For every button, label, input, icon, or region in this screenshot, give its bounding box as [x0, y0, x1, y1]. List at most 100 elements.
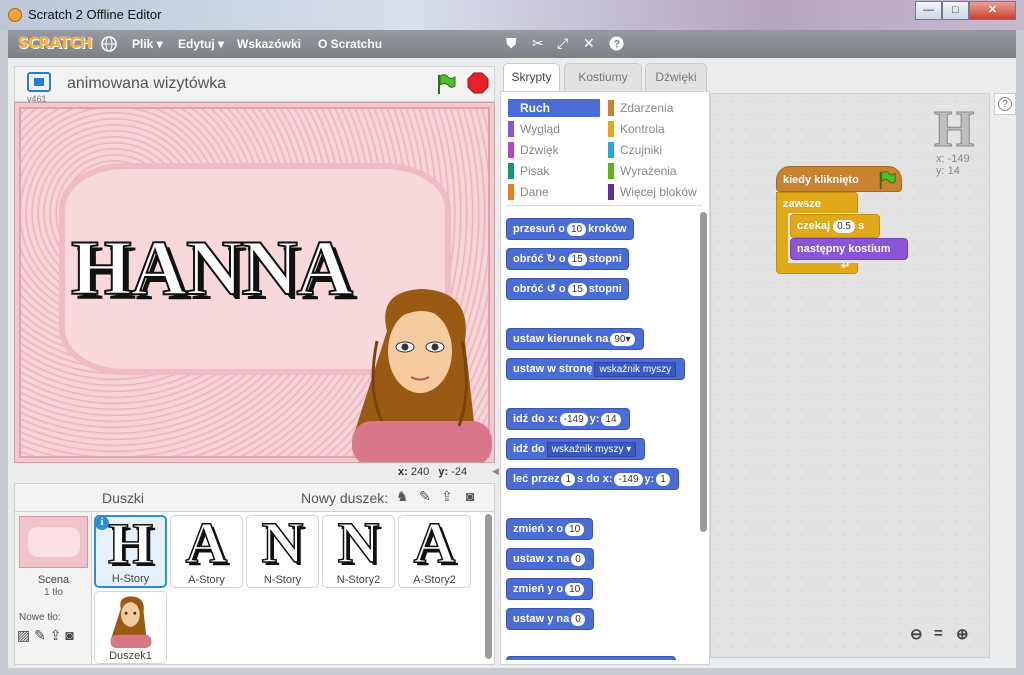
delete-icon[interactable]: ✂: [532, 36, 544, 50]
backdrop-library-icon[interactable]: ▨: [17, 627, 30, 643]
girl-sprite[interactable]: [347, 281, 495, 463]
category-swatch: [608, 121, 614, 137]
upload-sprite-icon[interactable]: ⇪: [441, 488, 453, 505]
block-glide[interactable]: leć przez 1 s do x: -149 y: 1: [506, 468, 679, 490]
stage-thumbnail[interactable]: [19, 516, 88, 568]
category-looks[interactable]: Wygląd: [508, 120, 600, 138]
block-wait[interactable]: czekaj 0.5 s: [790, 214, 880, 238]
block-input[interactable]: -149: [559, 413, 588, 426]
category-events[interactable]: Zdarzenia: [608, 99, 700, 117]
block-input[interactable]: 15: [567, 253, 587, 266]
block-input[interactable]: 1: [561, 473, 576, 486]
sprite-thumb-a-story[interactable]: A A-Story: [170, 510, 243, 588]
stage[interactable]: HANNA: [14, 102, 495, 463]
category-sound[interactable]: Dźwięk: [508, 141, 600, 159]
sprite-library-icon[interactable]: ♞: [396, 488, 409, 505]
paint-backdrop-icon[interactable]: ✎: [34, 627, 46, 643]
block-turn-right[interactable]: obróć ↻ o 15 stopni: [506, 248, 629, 270]
block-input[interactable]: 14: [601, 413, 621, 426]
block-input[interactable]: 15: [567, 283, 587, 296]
menu-tips[interactable]: Wskazówki: [237, 37, 301, 51]
stop-icon[interactable]: [467, 72, 489, 94]
paint-new-sprite-icon[interactable]: ✎: [419, 488, 431, 505]
block-partial[interactable]: [506, 656, 676, 660]
shrink-icon[interactable]: ✕: [583, 36, 595, 50]
block-change-x[interactable]: zmień x o 10: [506, 518, 594, 540]
upload-backdrop-icon[interactable]: ⇪: [50, 627, 62, 643]
green-flag-icon[interactable]: [435, 73, 457, 95]
block-input[interactable]: 0.5: [833, 220, 855, 233]
category-operators[interactable]: Wyrażenia: [608, 162, 700, 180]
block-input[interactable]: 0: [571, 613, 585, 626]
block-text: następny kostium: [797, 243, 891, 255]
block-set-x[interactable]: ustaw x na 0: [506, 548, 594, 570]
block-point-direction[interactable]: ustaw kierunek na 90▾: [506, 328, 644, 350]
sprite-thumb-duszek1[interactable]: Duszek1: [94, 591, 167, 664]
project-title[interactable]: animowana wizytówka: [67, 75, 226, 93]
menu-bar: SCRATCH Plik ▾ Edytuj ▾ Wskazówki O Scra…: [8, 30, 1016, 58]
duplicate-icon[interactable]: ⛊: [506, 36, 517, 50]
block-turn-left[interactable]: obróć ↺ o 15 stopni: [506, 278, 629, 300]
tab-costumes[interactable]: Kostiumy: [564, 63, 642, 91]
block-move-steps[interactable]: przesuń o 10 kroków: [506, 218, 634, 240]
category-sensing[interactable]: Czujniki: [608, 141, 700, 159]
camera-icon[interactable]: ◙: [466, 488, 474, 504]
block-input[interactable]: 90▾: [610, 333, 635, 346]
block-point-towards[interactable]: ustaw w stronę wskaźnik myszy: [506, 358, 686, 380]
grow-icon[interactable]: ⤢: [557, 36, 568, 50]
zoom-in-icon[interactable]: ⊕: [956, 625, 969, 643]
category-data[interactable]: Dane: [508, 183, 600, 201]
sprite-thumb-h-story[interactable]: i H H-Story: [94, 514, 167, 588]
backdrop-camera-icon[interactable]: ◙: [65, 627, 73, 643]
block-input[interactable]: 10: [565, 523, 585, 536]
block-input[interactable]: 10: [566, 223, 587, 236]
category-pen[interactable]: Pisak: [508, 162, 600, 180]
info-icon[interactable]: i: [95, 516, 109, 530]
block-input[interactable]: 0: [571, 553, 585, 566]
maximize-button[interactable]: □: [942, 1, 969, 20]
help-icon[interactable]: ?: [609, 36, 624, 51]
sprites-scrollbar[interactable]: [485, 514, 492, 659]
sprite-thumb-n-story[interactable]: N N-Story: [246, 513, 319, 588]
block-goto[interactable]: idź do wskaźnik myszy ▾: [506, 438, 646, 460]
motion-blocks: przesuń o 10 kroków obróć ↻ o 15 stopni obró…: [506, 208, 706, 660]
mouse-coordinates: x: 240 y: -24: [398, 466, 467, 478]
block-input[interactable]: -149: [614, 473, 643, 486]
block-set-y[interactable]: ustaw y na 0: [506, 608, 594, 630]
category-control[interactable]: Kontrola: [608, 120, 700, 138]
presentation-mode-icon[interactable]: [27, 72, 51, 92]
category-swatch: [508, 142, 514, 158]
block-goto-xy[interactable]: idź do x: -149 y: 14: [506, 408, 630, 430]
block-text: ustaw x na: [513, 553, 570, 565]
sprites-header: Duszki Nowy duszek: ♞ ✎ ⇪ ◙: [15, 484, 494, 512]
x-value: 240: [410, 466, 430, 478]
palette-scrollbar[interactable]: [700, 212, 707, 532]
menu-about[interactable]: O Scratchu: [318, 37, 382, 51]
sprite-thumb-n-story2[interactable]: N N-Story2: [322, 513, 395, 588]
close-button[interactable]: ✕: [969, 1, 1016, 20]
scratch-logo[interactable]: SCRATCH: [18, 34, 93, 52]
menu-edit[interactable]: Edytuj ▾: [178, 37, 224, 51]
collapse-stage-icon[interactable]: ◀: [492, 466, 500, 480]
help-panel-toggle[interactable]: ?: [994, 93, 1016, 115]
sprite-glyph: A: [185, 510, 228, 575]
block-dropdown[interactable]: wskaźnik myszy: [594, 362, 677, 377]
block-when-flag-clicked[interactable]: kiedy kliknięto: [776, 166, 902, 192]
globe-icon[interactable]: [101, 36, 117, 52]
scene-label: Scena: [37, 574, 70, 586]
category-motion[interactable]: Ruch: [508, 99, 600, 117]
minimize-button[interactable]: —: [915, 1, 942, 20]
menu-file[interactable]: Plik ▾: [132, 37, 163, 51]
sprite-thumb-a-story2[interactable]: A A-Story2: [398, 513, 471, 588]
block-next-costume[interactable]: następny kostium: [790, 238, 908, 260]
category-more-blocks[interactable]: Więcej bloków: [608, 183, 700, 201]
zoom-reset-icon[interactable]: =: [934, 625, 943, 642]
block-dropdown[interactable]: wskaźnik myszy ▾: [546, 442, 637, 457]
block-change-y[interactable]: zmień y o 10: [506, 578, 594, 600]
zoom-out-icon[interactable]: ⊖: [910, 625, 923, 643]
tab-sounds[interactable]: Dźwięki: [645, 63, 707, 91]
tab-scripts[interactable]: Skrypty: [503, 63, 560, 93]
block-input[interactable]: 10: [565, 583, 585, 596]
stage-name-text[interactable]: HANNA: [70, 223, 354, 313]
block-input[interactable]: 1: [656, 473, 670, 486]
